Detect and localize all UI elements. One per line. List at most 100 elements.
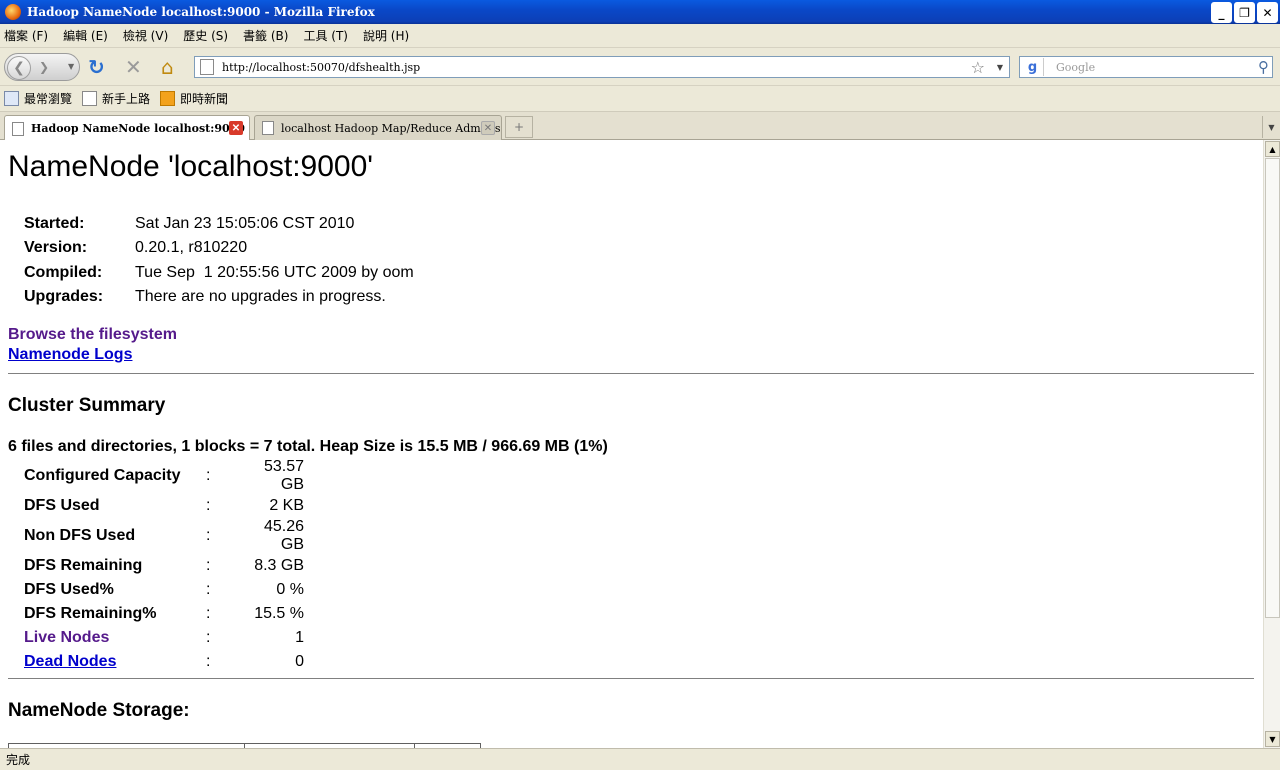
menu-history[interactable]: 歷史 (S) xyxy=(183,27,228,44)
stat-value: 0 xyxy=(295,653,304,670)
scroll-down-icon[interactable]: ▼ xyxy=(1265,731,1280,747)
menu-bookmarks[interactable]: 書籤 (B) xyxy=(243,27,288,44)
tab-strip: Hadoop NameNode localhost:9000 ✕ localho… xyxy=(0,112,1280,141)
close-button[interactable]: ✕ xyxy=(1257,2,1278,23)
info-label: Upgrades: xyxy=(24,288,104,306)
dead-nodes-link[interactable]: Dead Nodes xyxy=(24,650,206,674)
stat-label: DFS Remaining% xyxy=(24,605,157,622)
navigation-toolbar: ❮ ❯ ▼ ↻ ✕ ⌂ ☆ ▼ g ⚲ xyxy=(0,48,1280,86)
page-content: NameNode 'localhost:9000' Started: Sat Ja… xyxy=(0,140,1263,748)
stat-colon: : xyxy=(206,581,211,598)
scroll-up-icon[interactable]: ▲ xyxy=(1265,141,1280,157)
info-row: Version: 0.20.1, r810220 xyxy=(24,236,414,260)
home-icon[interactable]: ⌂ xyxy=(161,57,174,77)
menu-help[interactable]: 說明 (H) xyxy=(363,27,409,44)
tab-namenode[interactable]: Hadoop NameNode localhost:9000 ✕ xyxy=(4,115,250,141)
reload-icon[interactable]: ↻ xyxy=(88,57,105,77)
divider xyxy=(8,678,1254,679)
url-input[interactable] xyxy=(222,60,962,74)
info-row: Started: Sat Jan 23 15:05:06 CST 2010 xyxy=(24,212,414,236)
tab-label: localhost Hadoop Map/Reduce Adminis… xyxy=(281,121,502,135)
rss-icon xyxy=(160,91,176,106)
stat-value: 2 KB xyxy=(269,497,304,514)
cluster-summary-heading: Cluster Summary xyxy=(8,395,166,416)
search-icon[interactable]: ⚲ xyxy=(1258,58,1269,76)
vertical-scrollbar[interactable]: ▲ ▼ xyxy=(1263,140,1280,748)
restore-button[interactable]: ❐ xyxy=(1234,2,1255,23)
menu-file[interactable]: 檔案 (F) xyxy=(4,27,48,44)
menu-tools[interactable]: 工具 (T) xyxy=(303,27,348,44)
search-input[interactable] xyxy=(1056,60,1246,74)
search-bar: g ⚲ xyxy=(1019,56,1273,78)
smart-folder-icon xyxy=(4,91,19,106)
status-bar: 完成 xyxy=(0,748,1280,770)
stat-value: 0 % xyxy=(276,581,304,598)
namenode-logs-link[interactable]: Namenode Logs xyxy=(8,346,132,364)
scroll-thumb[interactable] xyxy=(1265,158,1280,618)
close-icon[interactable]: ✕ xyxy=(229,121,243,135)
search-engine-icon[interactable]: g xyxy=(1022,58,1044,76)
bookmark-latest-news[interactable]: 即時新聞 xyxy=(160,90,228,107)
history-dropdown-icon[interactable]: ▼ xyxy=(68,62,74,71)
stat-label: Non DFS Used xyxy=(24,527,136,544)
window-title: Hadoop NameNode localhost:9000 - Mozilla… xyxy=(27,5,375,19)
back-icon[interactable]: ❮ xyxy=(7,56,31,80)
live-nodes-link[interactable]: Live Nodes xyxy=(24,626,206,650)
page-title: NameNode 'localhost:9000' xyxy=(8,150,374,183)
url-dropdown-icon[interactable]: ▼ xyxy=(997,63,1003,72)
tab-mapreduce[interactable]: localhost Hadoop Map/Reduce Adminis… ✕ xyxy=(254,115,502,140)
stat-colon: : xyxy=(206,497,211,514)
namenode-storage-heading: NameNode Storage: xyxy=(8,700,190,721)
firefox-icon xyxy=(5,4,21,20)
info-row: Compiled: Tue Sep 1 20:55:56 UTC 2009 by … xyxy=(24,261,414,285)
stats-row: DFS Remaining: 8.3 GB xyxy=(24,554,304,578)
info-row: Upgrades: There are no upgrades in progre… xyxy=(24,285,414,309)
stat-value: 45.26 GB xyxy=(263,518,304,553)
info-label: Started: xyxy=(24,215,85,233)
stat-colon: : xyxy=(206,467,211,484)
stats-row: Live Nodes: 1 xyxy=(24,626,304,650)
title-bar: Hadoop NameNode localhost:9000 - Mozilla… xyxy=(0,0,1280,24)
stat-value: 1 xyxy=(295,629,304,646)
info-table: Started: Sat Jan 23 15:05:06 CST 2010 Ver… xyxy=(24,212,414,309)
menu-view[interactable]: 檢視 (V) xyxy=(123,27,168,44)
forward-icon[interactable]: ❯ xyxy=(39,60,49,74)
menu-bar: 檔案 (F) 編輯 (E) 檢視 (V) 歷史 (S) 書籤 (B) 工具 (T… xyxy=(0,24,1280,48)
menu-edit[interactable]: 編輯 (E) xyxy=(63,27,108,44)
stats-row: DFS Remaining%: 15.5 % xyxy=(24,602,304,626)
info-value: Sat Jan 23 15:05:06 CST 2010 xyxy=(135,215,355,233)
tab-list-icon[interactable]: ▼ xyxy=(1262,116,1280,138)
stat-label: DFS Remaining xyxy=(24,557,143,574)
close-icon[interactable]: ✕ xyxy=(481,121,495,135)
minimize-button[interactable]: _ xyxy=(1211,2,1232,23)
stats-row: DFS Used%: 0 % xyxy=(24,578,304,602)
browse-filesystem-link[interactable]: Browse the filesystem xyxy=(8,326,177,344)
star-icon[interactable]: ☆ xyxy=(971,58,985,77)
divider xyxy=(8,373,1254,374)
cluster-stats-table: Configured Capacity: 53.57 GB DFS Used: 2 … xyxy=(24,458,304,674)
bookmarks-toolbar: 最常瀏覽 新手上路 即時新聞 xyxy=(0,86,1280,112)
stat-label: DFS Used% xyxy=(24,581,114,598)
stats-row: DFS Used: 2 KB xyxy=(24,494,304,518)
info-value: Tue Sep 1 20:55:56 UTC 2009 by oom xyxy=(135,263,414,281)
page-icon xyxy=(82,91,98,106)
stat-label: DFS Used xyxy=(24,497,100,514)
page-icon xyxy=(200,59,214,75)
stat-value: 53.57 GB xyxy=(263,458,304,493)
bookmark-getting-started[interactable]: 新手上路 xyxy=(82,90,150,107)
stats-row: Dead Nodes: 0 xyxy=(24,650,304,674)
new-tab-button[interactable]: + xyxy=(505,116,533,138)
stat-colon: : xyxy=(206,557,211,574)
address-bar: ☆ ▼ xyxy=(194,56,1010,78)
back-forward-group: ❮ ❯ ▼ xyxy=(4,53,80,81)
stat-label: Configured Capacity xyxy=(24,467,181,484)
stat-colon: : xyxy=(206,653,211,670)
stat-value: 8.3 GB xyxy=(254,557,304,574)
stat-value: 15.5 % xyxy=(254,605,304,622)
stop-icon[interactable]: ✕ xyxy=(125,57,142,77)
bookmark-most-visited[interactable]: 最常瀏覽 xyxy=(4,90,72,107)
info-value: 0.20.1, r810220 xyxy=(135,239,248,257)
stat-colon: : xyxy=(206,527,211,544)
stats-row: Configured Capacity: 53.57 GB xyxy=(24,458,304,494)
stat-colon: : xyxy=(206,605,211,622)
